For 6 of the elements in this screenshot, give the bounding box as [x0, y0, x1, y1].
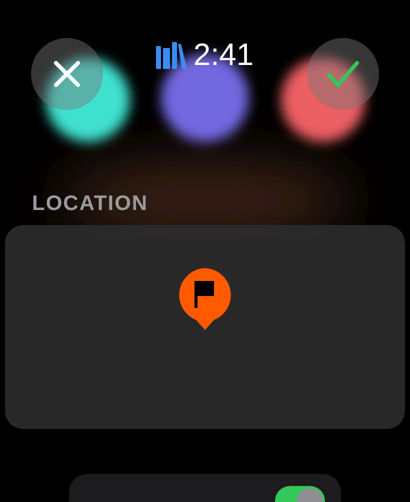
close-icon — [53, 60, 81, 88]
time-text: 2:41 — [193, 37, 254, 73]
section-label: LOCATION — [32, 192, 150, 216]
checkmark-icon — [326, 60, 360, 88]
location-card[interactable] — [5, 225, 405, 429]
books-icon — [156, 42, 188, 68]
